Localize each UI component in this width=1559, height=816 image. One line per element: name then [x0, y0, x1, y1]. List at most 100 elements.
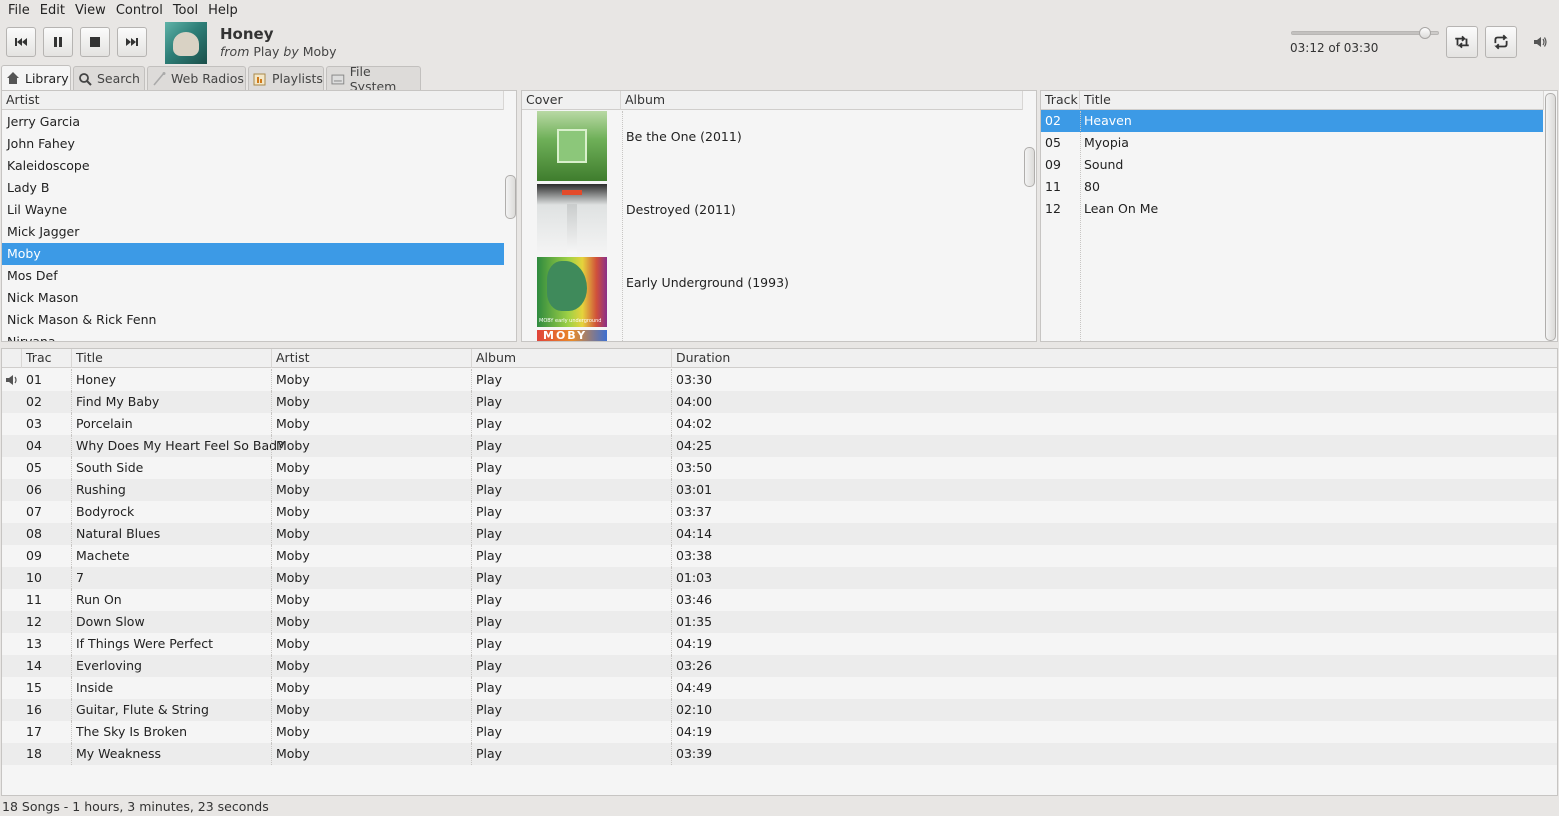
playlist-row[interactable]: 01 Honey Moby Play 03:30 [2, 369, 1557, 391]
menu-tool[interactable]: Tool [168, 3, 203, 18]
track-list: Track Title 02 Heaven 05 Myopia 09 Sound 11 80 1… [1040, 90, 1558, 342]
playlist-row[interactable]: 16 Guitar, Flute & String Moby Play 02:10 [2, 699, 1557, 721]
song-album: Play [476, 548, 503, 563]
tab-library[interactable]: Library [1, 65, 71, 90]
track-item[interactable]: 02 Heaven [1041, 110, 1543, 132]
playlist-row[interactable]: 14 Everloving Moby Play 03:26 [2, 655, 1557, 677]
track-title: 80 [1084, 179, 1100, 194]
artist-scrollbar[interactable] [505, 175, 516, 219]
playlist-header: Trac Title Artist Album Duration [2, 349, 1557, 368]
album-list: Cover Album Be the One (2011) Destroyed … [521, 90, 1037, 342]
artist-column-header[interactable]: Artist [2, 91, 504, 110]
now-playing-title: Honey [220, 25, 274, 43]
volume-icon[interactable] [1532, 34, 1548, 50]
menu-help[interactable]: Help [203, 3, 243, 18]
track-column-header[interactable]: Trac [22, 349, 72, 368]
now-playing-cover[interactable] [165, 22, 207, 64]
artist-item[interactable]: Lil Wayne [2, 199, 504, 221]
track-item[interactable]: 09 Sound [1041, 154, 1543, 176]
seek-slider[interactable] [1291, 27, 1439, 39]
pause-button[interactable] [43, 27, 73, 57]
playlist-row[interactable]: 06 Rushing Moby Play 03:01 [2, 479, 1557, 501]
album-item[interactable]: Be the One (2011) [626, 126, 1016, 148]
playlist-row[interactable]: 11 Run On Moby Play 03:46 [2, 589, 1557, 611]
playlist-row[interactable]: 09 Machete Moby Play 03:38 [2, 545, 1557, 567]
track-item[interactable]: 11 80 [1041, 176, 1543, 198]
column-divider [471, 545, 472, 567]
song-duration: 04:25 [676, 438, 713, 453]
track-item[interactable]: 05 Myopia [1041, 132, 1543, 154]
album-item[interactable]: Early Underground (1993) [626, 272, 1016, 294]
playlist-row[interactable]: 08 Natural Blues Moby Play 04:14 [2, 523, 1557, 545]
tab-file-system[interactable]: File System [326, 64, 421, 94]
artist-item[interactable]: Mick Jagger [2, 221, 504, 243]
title-column-header[interactable]: Title [1080, 91, 1544, 110]
cover-column-header[interactable]: Cover [522, 91, 621, 110]
playlist-row[interactable]: 17 The Sky Is Broken Moby Play 04:19 [2, 721, 1557, 743]
playlist-row[interactable]: 03 Porcelain Moby Play 04:02 [2, 413, 1557, 435]
repeat-button[interactable] [1485, 26, 1517, 58]
song-duration: 04:19 [676, 724, 713, 739]
playlist-row[interactable]: 13 If Things Were Perfect Moby Play 04:19 [2, 633, 1557, 655]
column-divider [471, 677, 472, 699]
song-title: My Weakness [76, 746, 162, 761]
artist-item[interactable]: John Fahey [2, 133, 504, 155]
playlist-row[interactable]: 02 Find My Baby Moby Play 04:00 [2, 391, 1557, 413]
song-artist: Moby [276, 416, 310, 431]
status-column-header[interactable] [2, 349, 22, 368]
song-duration: 01:03 [676, 570, 713, 585]
track-item[interactable]: 12 Lean On Me [1041, 198, 1543, 220]
menu-file[interactable]: File [3, 3, 35, 18]
status-bar: 18 Songs - 1 hours, 3 minutes, 23 second… [0, 797, 1559, 816]
artist-item[interactable]: Nick Mason & Rick Fenn [2, 309, 504, 331]
stop-button[interactable] [80, 27, 110, 57]
artist-column-header[interactable]: Artist [272, 349, 472, 368]
column-divider [71, 721, 72, 743]
shuffle-button[interactable] [1446, 26, 1478, 58]
track-scrollbar[interactable] [1545, 93, 1556, 341]
playlist-row[interactable]: 04 Why Does My Heart Feel So Bad? Moby Play… [2, 435, 1557, 457]
previous-button[interactable] [6, 27, 36, 57]
menu-edit[interactable]: Edit [35, 3, 70, 18]
artist-item[interactable]: Kaleidoscope [2, 155, 504, 177]
column-divider [671, 479, 672, 501]
track-column-header[interactable]: Track [1041, 91, 1080, 110]
menu-view[interactable]: View [70, 3, 111, 18]
playlist-row[interactable]: 15 Inside Moby Play 04:49 [2, 677, 1557, 699]
album-scrollbar[interactable] [1024, 147, 1035, 187]
playlist-row[interactable]: 10 7 Moby Play 01:03 [2, 567, 1557, 589]
album-column-header[interactable]: Album [621, 91, 1023, 110]
album-column-header[interactable]: Album [472, 349, 672, 368]
seek-handle[interactable] [1419, 27, 1432, 39]
playlist-row[interactable]: 12 Down Slow Moby Play 01:35 [2, 611, 1557, 633]
artist-header[interactable]: Artist [2, 91, 504, 110]
tab-web-radios-label: Web Radios [171, 71, 244, 86]
song-duration: 04:14 [676, 526, 713, 541]
track-number: 14 [26, 658, 42, 673]
playlist-row[interactable]: 05 South Side Moby Play 03:50 [2, 457, 1557, 479]
artist-item[interactable]: Mos Def [2, 265, 504, 287]
title-column-header[interactable]: Title [72, 349, 272, 368]
tab-search[interactable]: Search [73, 66, 145, 90]
artist-item[interactable]: Nick Mason [2, 287, 504, 309]
tab-playlists[interactable]: Playlists [248, 66, 324, 90]
track-title: Heaven [1084, 113, 1132, 128]
next-button[interactable] [117, 27, 147, 57]
menu-control[interactable]: Control [111, 3, 168, 18]
playlist-row[interactable]: 07 Bodyrock Moby Play 03:37 [2, 501, 1557, 523]
artist-item[interactable]: Jerry Garcia [2, 111, 504, 133]
duration-column-header[interactable]: Duration [672, 349, 1557, 368]
column-divider [671, 633, 672, 655]
artist-item[interactable]: Moby [2, 243, 504, 265]
song-duration: 03:46 [676, 592, 713, 607]
artist-item[interactable]: Lady B [2, 177, 504, 199]
column-divider [271, 743, 272, 765]
album-item[interactable]: Destroyed (2011) [626, 199, 1016, 221]
column-divider [471, 699, 472, 721]
column-divider [671, 611, 672, 633]
playlist-row[interactable]: 18 My Weakness Moby Play 03:39 [2, 743, 1557, 765]
column-divider [671, 457, 672, 479]
tab-web-radios[interactable]: Web Radios [147, 66, 246, 90]
artist-item[interactable]: Nirvana [2, 331, 504, 341]
column-divider [271, 633, 272, 655]
